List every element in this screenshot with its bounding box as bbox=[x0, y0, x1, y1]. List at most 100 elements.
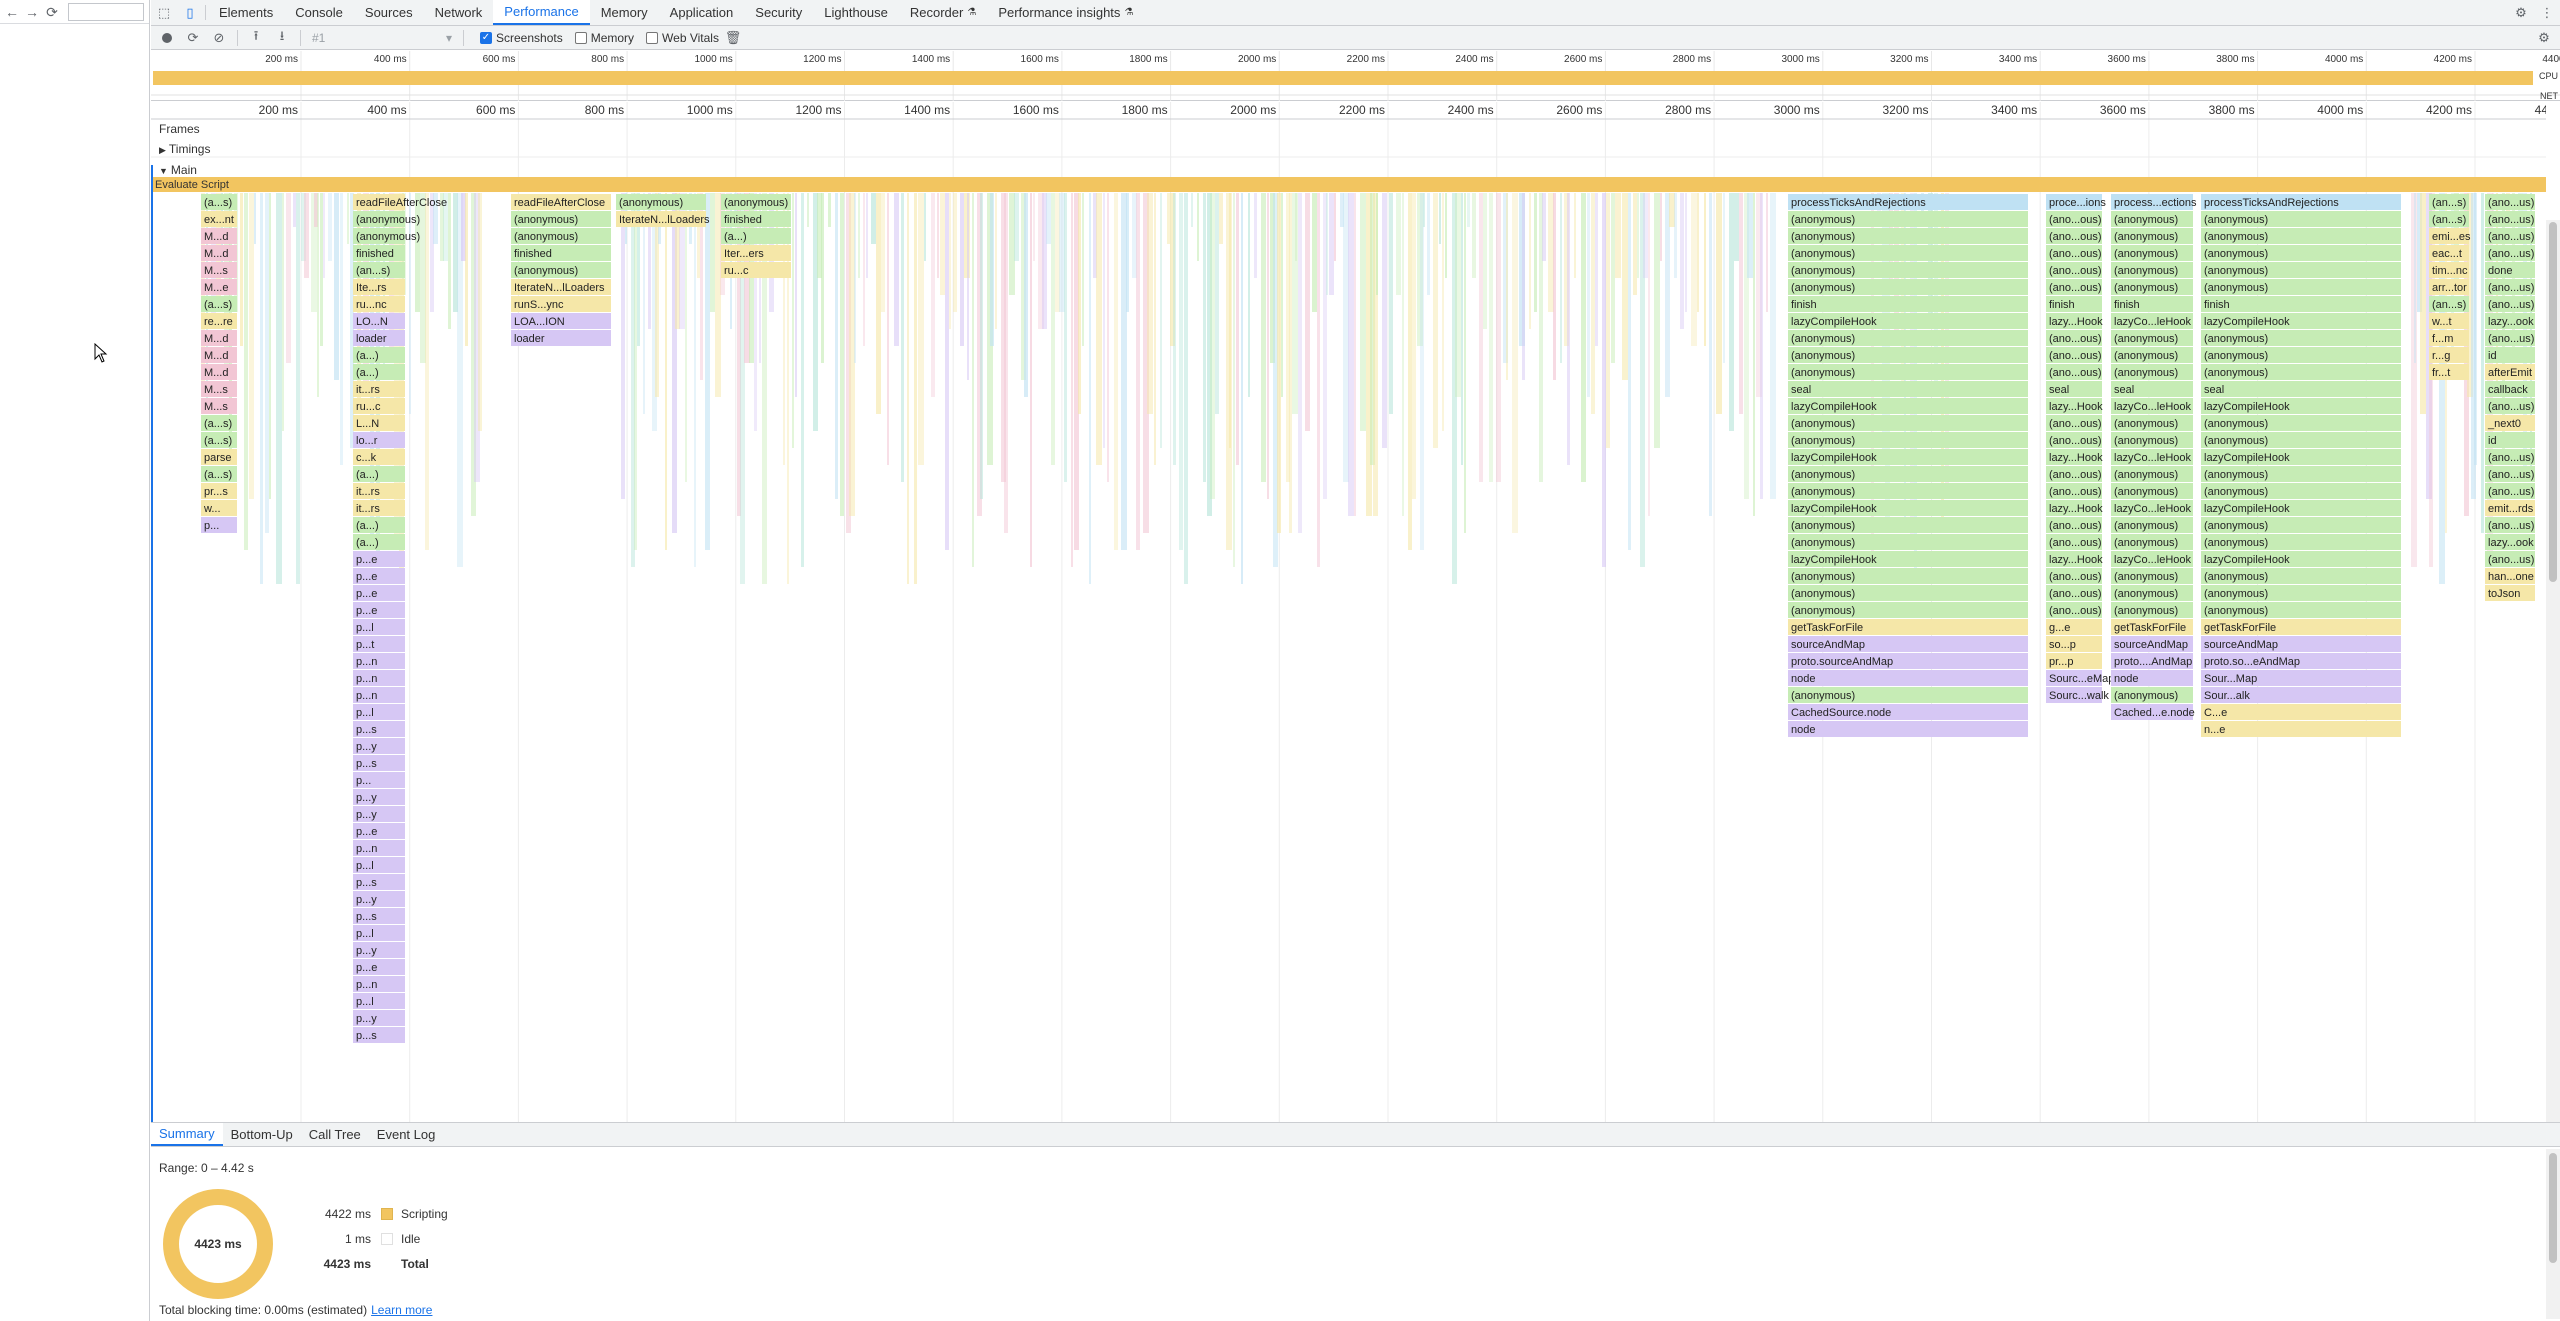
flame-frame[interactable]: (anonymous) bbox=[2111, 415, 2193, 431]
flame-frame[interactable]: (anonymous) bbox=[1788, 585, 2028, 601]
flame-frame[interactable]: node bbox=[1788, 721, 2028, 737]
flame-frame[interactable]: (ano...ous) bbox=[2046, 245, 2102, 261]
flame-frame[interactable]: Sour...Map bbox=[2201, 670, 2401, 686]
flame-frame[interactable]: lazyCo...leHook bbox=[2111, 500, 2193, 516]
flame-frame[interactable]: Sourc...eMap bbox=[2046, 670, 2114, 686]
flame-frame[interactable]: M...s bbox=[201, 262, 237, 278]
flame-frame[interactable]: (ano...ous) bbox=[2046, 330, 2102, 346]
flame-frame[interactable]: p...n bbox=[353, 840, 405, 856]
flame-frame[interactable]: (anonymous) bbox=[1788, 466, 2028, 482]
flame-frame[interactable]: (a...) bbox=[353, 466, 405, 482]
flame-frame[interactable]: (anonymous) bbox=[2201, 517, 2401, 533]
capture-settings-button[interactable]: ⚙ bbox=[2532, 27, 2556, 49]
flame-frame[interactable]: (anonymous) bbox=[2201, 262, 2401, 278]
flame-frame[interactable]: p...e bbox=[353, 959, 405, 975]
flame-frame[interactable]: p...e bbox=[353, 823, 405, 839]
flame-frame[interactable]: (anonymous) bbox=[2201, 279, 2401, 295]
flame-frame[interactable]: g...e bbox=[2046, 619, 2102, 635]
flame-frame[interactable]: M...e bbox=[201, 279, 237, 295]
flame-frame[interactable]: (anonymous) bbox=[2111, 330, 2193, 346]
flame-frame[interactable]: p...l bbox=[353, 704, 405, 720]
flame-frame[interactable]: finished bbox=[353, 245, 405, 261]
flame-frame[interactable]: lazyCompileHook bbox=[1788, 551, 2028, 567]
save-profile-button[interactable]: ⭳ bbox=[270, 27, 294, 49]
flame-frame[interactable]: (ano...ous) bbox=[2046, 262, 2102, 278]
flame-frame[interactable]: it...rs bbox=[353, 381, 405, 397]
flame-frame[interactable]: callback bbox=[2485, 381, 2535, 397]
flame-frame[interactable]: (anonymous) bbox=[1788, 568, 2028, 584]
flame-frame[interactable]: node bbox=[1788, 670, 2028, 686]
flame-frame[interactable]: (ano...ous) bbox=[2046, 364, 2102, 380]
tab-application[interactable]: Application bbox=[659, 0, 745, 25]
device-toolbar-icon[interactable]: ▯ bbox=[177, 0, 203, 25]
flame-frame[interactable]: Cached...e.node bbox=[2111, 704, 2195, 720]
flame-frame[interactable]: (ano...ous) bbox=[2046, 211, 2102, 227]
flame-frame[interactable]: p...y bbox=[353, 891, 405, 907]
flame-frame[interactable]: (anonymous) bbox=[2111, 211, 2193, 227]
flame-frame[interactable]: (ano...us) bbox=[2485, 228, 2535, 244]
flame-frame[interactable]: readFileAfterClose bbox=[353, 194, 447, 210]
flame-frame[interactable]: (anonymous) bbox=[2111, 432, 2193, 448]
flame-frame[interactable]: (anonymous) bbox=[1788, 262, 2028, 278]
flame-frame[interactable]: p...s bbox=[353, 1027, 405, 1043]
flame-frame[interactable]: (anonymous) bbox=[511, 211, 611, 227]
flame-frame[interactable]: (ano...ous) bbox=[2046, 279, 2102, 295]
profile-select[interactable]: #1 ▾ bbox=[307, 29, 457, 47]
flame-frame[interactable]: p...l bbox=[353, 857, 405, 873]
flame-frame[interactable]: seal bbox=[2111, 381, 2193, 397]
flame-frame[interactable]: it...rs bbox=[353, 483, 405, 499]
flame-frame[interactable]: pr...p bbox=[2046, 653, 2102, 669]
flame-frame[interactable]: (ano...ous) bbox=[2046, 466, 2102, 482]
flame-frame[interactable]: (anonymous) bbox=[721, 194, 791, 210]
tab-console[interactable]: Console bbox=[284, 0, 354, 25]
flame-frame[interactable]: p... bbox=[353, 772, 405, 788]
flame-frame[interactable]: tim...nc bbox=[2429, 262, 2469, 278]
flame-frame[interactable]: seal bbox=[1788, 381, 2028, 397]
flame-frame[interactable]: (anonymous) bbox=[2201, 245, 2401, 261]
flame-frame[interactable]: (anonymous) bbox=[2111, 602, 2193, 618]
flame-frame[interactable]: (anonymous) bbox=[2111, 279, 2193, 295]
scrollbar-thumb[interactable] bbox=[2549, 1153, 2557, 1263]
flame-frame[interactable]: (ano...ous) bbox=[2046, 602, 2102, 618]
flame-frame[interactable]: lazyCo...leHook bbox=[2111, 551, 2193, 567]
flame-frame[interactable]: Ite...rs bbox=[353, 279, 405, 295]
flame-frame[interactable]: (anonymous) bbox=[2201, 483, 2401, 499]
flame-frame[interactable]: (anonymous) bbox=[353, 211, 420, 227]
flame-frame[interactable]: afterEmit bbox=[2485, 364, 2535, 380]
tab-sources[interactable]: Sources bbox=[354, 0, 424, 25]
tab-bottom-up[interactable]: Bottom-Up bbox=[223, 1123, 301, 1146]
flame-frame[interactable]: M...s bbox=[201, 398, 237, 414]
flame-frame[interactable]: p...e bbox=[353, 602, 405, 618]
flame-frame[interactable]: LO...N bbox=[353, 313, 405, 329]
flame-frame[interactable]: p...y bbox=[353, 1010, 405, 1026]
flame-frame[interactable]: proce...ions bbox=[2046, 194, 2106, 210]
flame-frame[interactable]: (ano...us) bbox=[2485, 279, 2535, 295]
flame-frame[interactable]: (anonymous) bbox=[1788, 228, 2028, 244]
flame-frame[interactable]: p...y bbox=[353, 942, 405, 958]
flame-frame[interactable]: getTaskForFile bbox=[1788, 619, 2028, 635]
flame-frame[interactable]: (anonymous) bbox=[2111, 347, 2193, 363]
flame-frame[interactable]: (anonymous) bbox=[2111, 228, 2193, 244]
flame-frame[interactable]: (anonymous) bbox=[1788, 347, 2028, 363]
flame-frame[interactable]: (anonymous) bbox=[2201, 228, 2401, 244]
settings-gear-icon[interactable]: ⚙ bbox=[2508, 0, 2534, 26]
flame-frame[interactable]: p...s bbox=[353, 755, 405, 771]
flame-frame[interactable]: LOA...ION bbox=[511, 313, 611, 329]
flame-frame[interactable]: p...n bbox=[353, 670, 405, 686]
flame-frame[interactable]: (a...s) bbox=[201, 432, 237, 448]
flame-frame[interactable]: (ano...ous) bbox=[2046, 568, 2102, 584]
flame-frame[interactable]: (anonymous) bbox=[2111, 364, 2193, 380]
flame-frame[interactable]: (anonymous) bbox=[2201, 585, 2401, 601]
flame-frame[interactable]: finished bbox=[511, 245, 611, 261]
flame-frame[interactable]: sourceAndMap bbox=[2201, 636, 2401, 652]
flame-frame[interactable]: (anonymous) bbox=[1788, 330, 2028, 346]
flame-frame[interactable]: re...re bbox=[201, 313, 237, 329]
inspect-element-icon[interactable]: ⬚ bbox=[151, 0, 177, 25]
flame-frame[interactable]: w...t bbox=[2429, 313, 2469, 329]
flame-frame[interactable]: (anonymous) bbox=[2201, 211, 2401, 227]
flame-frame[interactable]: (anonymous) bbox=[1788, 687, 2028, 703]
flame-frame[interactable]: finished bbox=[721, 211, 791, 227]
flame-frame[interactable]: (ano...ous) bbox=[2046, 228, 2102, 244]
flame-frame[interactable]: w... bbox=[201, 500, 237, 516]
flame-frame[interactable]: lazy...ook bbox=[2485, 534, 2535, 550]
